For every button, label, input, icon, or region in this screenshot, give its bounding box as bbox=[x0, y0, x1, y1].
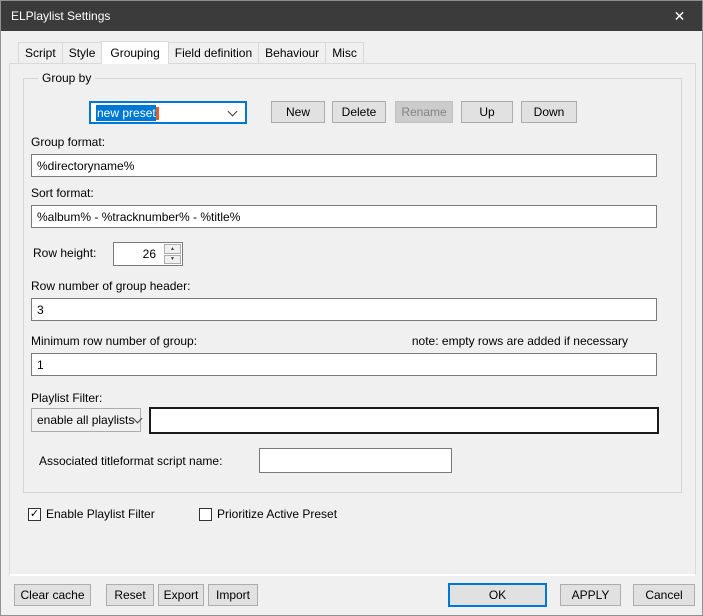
elplaylist-settings-dialog: ELPlaylist Settings ✕ Script Style Group… bbox=[0, 0, 703, 616]
minimum-row-number-input[interactable] bbox=[31, 353, 657, 376]
new-button[interactable]: New bbox=[271, 101, 325, 123]
group-by-legend: Group by bbox=[38, 71, 95, 85]
up-button[interactable]: Up bbox=[461, 101, 513, 123]
preset-combobox-value: new preset bbox=[91, 106, 159, 120]
export-button[interactable]: Export bbox=[158, 584, 204, 606]
row-height-label: Row height: bbox=[33, 246, 96, 260]
close-button[interactable]: ✕ bbox=[657, 1, 702, 31]
text-caret bbox=[156, 107, 159, 120]
prioritize-active-preset-label: Prioritize Active Preset bbox=[217, 507, 337, 521]
tab-grouping[interactable]: Grouping bbox=[101, 41, 168, 64]
preset-combobox[interactable]: new preset bbox=[89, 101, 247, 124]
group-format-label: Group format: bbox=[31, 135, 105, 149]
playlist-filter-mode-value: enable all playlists bbox=[32, 413, 134, 427]
tab-style[interactable]: Style bbox=[62, 42, 103, 63]
tab-script[interactable]: Script bbox=[18, 42, 63, 63]
checkbox-checked-icon: ✓ bbox=[28, 508, 41, 521]
group-format-input[interactable] bbox=[31, 154, 657, 177]
import-button[interactable]: Import bbox=[208, 584, 258, 606]
row-number-group-header-label: Row number of group header: bbox=[31, 279, 190, 293]
spinner-arrows: ▲ ▼ bbox=[163, 243, 182, 265]
delete-button[interactable]: Delete bbox=[332, 101, 386, 123]
associated-script-input[interactable] bbox=[259, 448, 452, 473]
window-title: ELPlaylist Settings bbox=[11, 9, 110, 23]
playlist-filter-mode-combobox[interactable]: enable all playlists bbox=[31, 408, 141, 432]
enable-playlist-filter-checkbox[interactable]: ✓ Enable Playlist Filter bbox=[28, 507, 155, 521]
prioritize-active-preset-checkbox[interactable]: Prioritize Active Preset bbox=[199, 507, 337, 521]
ok-button[interactable]: OK bbox=[448, 583, 547, 607]
playlist-filter-input[interactable] bbox=[149, 407, 659, 434]
empty-rows-note: note: empty rows are added if necessary bbox=[351, 334, 628, 348]
sort-format-input[interactable] bbox=[31, 205, 657, 228]
close-icon: ✕ bbox=[674, 8, 686, 25]
spinner-down-icon[interactable]: ▼ bbox=[164, 255, 181, 265]
checkbox-unchecked-icon bbox=[199, 508, 212, 521]
apply-button[interactable]: APPLY bbox=[560, 584, 621, 606]
rename-button: Rename bbox=[395, 101, 453, 123]
cancel-button[interactable]: Cancel bbox=[633, 584, 695, 606]
chevron-down-icon bbox=[228, 106, 238, 116]
playlist-filter-label: Playlist Filter: bbox=[31, 391, 102, 405]
sort-format-label: Sort format: bbox=[31, 186, 94, 200]
spinner-up-icon[interactable]: ▲ bbox=[164, 244, 181, 254]
titlebar: ELPlaylist Settings bbox=[1, 1, 702, 31]
clear-cache-button[interactable]: Clear cache bbox=[14, 584, 91, 606]
reset-button[interactable]: Reset bbox=[106, 584, 154, 606]
minimum-row-number-label: Minimum row number of group: bbox=[31, 334, 197, 348]
down-button[interactable]: Down bbox=[521, 101, 577, 123]
tab-field-definition[interactable]: Field definition bbox=[168, 42, 259, 63]
associated-script-label: Associated titleformat script name: bbox=[39, 454, 222, 468]
row-height-spinner[interactable]: 26 ▲ ▼ bbox=[113, 242, 183, 266]
tab-misc[interactable]: Misc bbox=[325, 42, 364, 63]
tab-behaviour[interactable]: Behaviour bbox=[258, 42, 326, 63]
row-height-value: 26 bbox=[114, 243, 163, 265]
tab-bar: Script Style Grouping Field definition B… bbox=[18, 41, 363, 64]
enable-playlist-filter-label: Enable Playlist Filter bbox=[46, 507, 155, 521]
row-number-group-header-input[interactable] bbox=[31, 298, 657, 321]
